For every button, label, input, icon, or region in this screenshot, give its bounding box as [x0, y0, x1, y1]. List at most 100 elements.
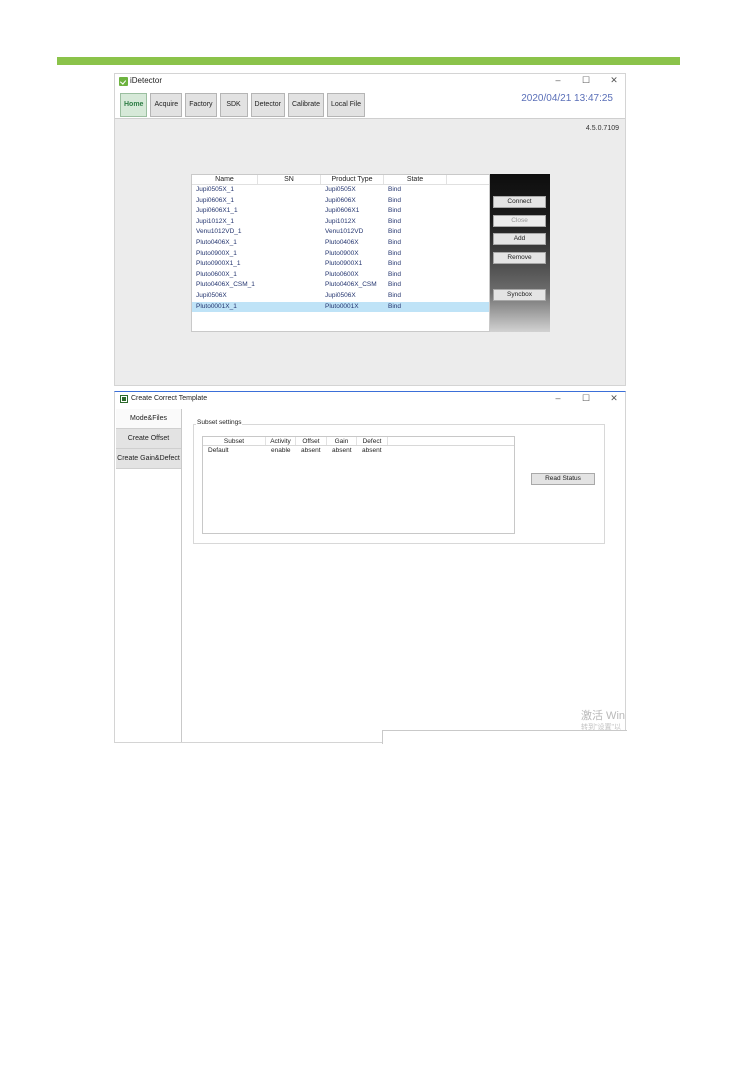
idetector-window: iDetector – ☐ ✕ Home Acquire Factory SDK…: [114, 73, 626, 386]
group-label: Subset settings: [196, 419, 243, 426]
close-icon[interactable]: ✕: [609, 393, 619, 404]
maximize-icon[interactable]: ☐: [581, 393, 591, 404]
title-bar: iDetector – ☐ ✕: [115, 74, 625, 90]
connect-button[interactable]: Connect: [493, 196, 546, 208]
minimize-icon[interactable]: –: [553, 393, 563, 404]
tab-acquire[interactable]: Acquire: [150, 93, 183, 117]
cell-sn: [258, 302, 321, 313]
cell-product-type: Pluto0001X: [325, 302, 359, 310]
cell-name: Jupi0506X: [196, 291, 227, 299]
status-area: [382, 730, 627, 744]
list-body: Jupi0505X_1 Jupi0505X Bind Jupi0606X_1 Jupi0…: [192, 185, 489, 313]
minimize-icon[interactable]: –: [553, 75, 563, 86]
cell-name: Pluto0406X_1: [196, 238, 237, 246]
app-logo-icon: [119, 77, 128, 86]
cell-name: Pluto0900X1_1: [196, 260, 241, 268]
tab-local-file[interactable]: Local File: [327, 93, 365, 117]
close-icon[interactable]: ✕: [609, 75, 619, 86]
window-title: Create Correct Template: [131, 395, 208, 402]
cell-state: Bind: [388, 196, 402, 204]
list-item[interactable]: Pluto0406X_CSM_1 Pluto0406X_CSM Bind: [192, 280, 489, 291]
list-item[interactable]: Jupi0505X_1 Jupi0505X Bind: [192, 185, 489, 196]
syncbox-button[interactable]: Syncbox: [493, 289, 546, 301]
cell-product-type: Pluto0406X_CSM: [325, 281, 377, 289]
app-icon: [120, 395, 128, 403]
add-button[interactable]: Add: [493, 233, 546, 245]
column-header-gain[interactable]: Gain: [327, 437, 357, 445]
close-button[interactable]: Close: [493, 215, 546, 227]
cell-product-type: Jupi0506X: [325, 291, 356, 299]
list-item[interactable]: Jupi0506X Jupi0506X Bind: [192, 291, 489, 302]
tab-factory[interactable]: Factory: [185, 93, 217, 117]
cell-sn: [258, 227, 321, 238]
column-header-name[interactable]: Name: [192, 175, 258, 184]
cell-state: Bind: [388, 186, 402, 193]
list-item[interactable]: Jupi0606X1_1 Jupi0606X1 Bind: [192, 206, 489, 217]
column-header-sn[interactable]: SN: [258, 175, 321, 184]
column-header-state[interactable]: State: [384, 175, 447, 184]
cell-name: Jupi0606X1_1: [196, 207, 238, 215]
list-item[interactable]: Pluto0001X_1 Pluto0001X Bind: [192, 301, 489, 313]
cell-name: Jupi0606X_1: [196, 196, 234, 204]
tab-create-offset[interactable]: Create Offset: [116, 429, 181, 449]
cell-name: Pluto0600X_1: [196, 270, 237, 278]
cell-sn: [258, 217, 321, 228]
column-header-subset[interactable]: Subset: [203, 437, 266, 445]
cell-state: Bind: [388, 302, 402, 310]
cell-sn: [258, 280, 321, 291]
cell-state: Bind: [388, 270, 402, 278]
tab-home[interactable]: Home: [120, 93, 148, 117]
cell-product-type: Venu1012VD: [325, 228, 364, 236]
tab-sdk[interactable]: SDK: [219, 93, 248, 117]
list-item[interactable]: Pluto0900X1_1 Pluto0900X1 Bind: [192, 259, 489, 270]
column-header-activity[interactable]: Activity: [266, 437, 296, 445]
table-row[interactable]: Default enable absent absent absent: [203, 446, 514, 456]
cell-state: Bind: [388, 207, 402, 215]
cell-state: Bind: [388, 291, 402, 299]
detector-list: Name SN Product Type State Jupi0505X_1 Ju…: [191, 174, 490, 332]
main-toolbar: Home Acquire Factory SDK Detector Calibr…: [115, 90, 625, 119]
cell-product-type: Jupi0505X: [325, 186, 356, 193]
create-correct-template-window: Create Correct Template – ☐ ✕ Mode&Files…: [114, 391, 627, 744]
cell-state: Bind: [388, 217, 402, 225]
list-item[interactable]: Jupi1012X_1 Jupi1012X Bind: [192, 217, 489, 228]
action-panel: Connect Close Add Remove Syncbox: [490, 174, 550, 332]
cell-sn: [258, 259, 321, 270]
tab-calibrate[interactable]: Calibrate: [288, 93, 325, 117]
tab-bar: Home Acquire Factory SDK Detector Calibr…: [120, 93, 365, 117]
header-rule: [57, 57, 680, 65]
title-bar: Create Correct Template – ☐ ✕: [115, 392, 625, 408]
column-header-offset[interactable]: Offset: [296, 437, 327, 445]
cell-sn: [258, 185, 321, 196]
cell-name: Pluto0406X_CSM_1: [196, 281, 255, 289]
cell-sn: [258, 206, 321, 217]
list-item[interactable]: Pluto0900X_1 Pluto0900X Bind: [192, 249, 489, 260]
cell-name: Pluto0900X_1: [196, 249, 237, 257]
read-status-button[interactable]: Read Status: [531, 473, 595, 485]
column-header-defect[interactable]: Defect: [357, 437, 388, 445]
column-header-product-type[interactable]: Product Type: [321, 175, 384, 184]
remove-button[interactable]: Remove: [493, 252, 546, 264]
tab-mode-files[interactable]: Mode&Files: [116, 409, 181, 429]
table-header: Subset Activity Offset Gain Defect: [203, 437, 514, 446]
cell-product-type: Pluto0900X: [325, 249, 359, 257]
list-item[interactable]: Pluto0600X_1 Pluto0600X Bind: [192, 270, 489, 281]
cell-product-type: Pluto0900X1: [325, 260, 363, 268]
cell-sn: [258, 249, 321, 260]
maximize-icon[interactable]: ☐: [581, 75, 591, 86]
cell-state: Bind: [388, 281, 402, 289]
list-header: Name SN Product Type State: [192, 175, 489, 185]
cell-state: Bind: [388, 249, 402, 257]
datetime-display: 2020/04/21 13:47:25: [521, 93, 613, 104]
list-item[interactable]: Pluto0406X_1 Pluto0406X Bind: [192, 238, 489, 249]
cell-state: Bind: [388, 260, 402, 268]
list-item[interactable]: Venu1012VD_1 Venu1012VD Bind: [192, 227, 489, 238]
cell-product-type: Pluto0406X: [325, 238, 359, 246]
cell-product-type: Jupi0606X1: [325, 207, 360, 215]
window-controls: – ☐ ✕: [553, 75, 619, 86]
tab-create-gain-defect[interactable]: Create Gain&Defect: [116, 449, 181, 469]
cell-defect: absent: [362, 447, 382, 454]
tab-detector[interactable]: Detector: [250, 93, 285, 117]
cell-offset: absent: [301, 447, 321, 454]
list-item[interactable]: Jupi0606X_1 Jupi0606X Bind: [192, 196, 489, 207]
